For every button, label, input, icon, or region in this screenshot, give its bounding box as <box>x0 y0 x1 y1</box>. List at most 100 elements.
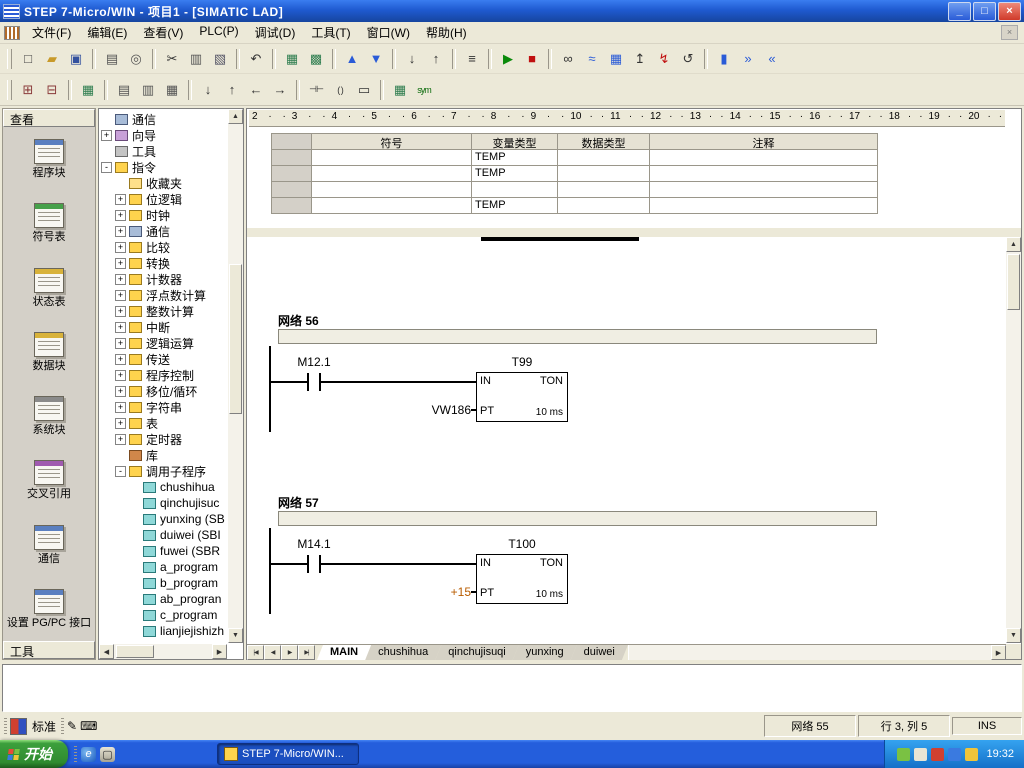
line-up-icon[interactable]: ↑ <box>220 78 244 102</box>
toggle-pou-comment-icon[interactable]: ⊞ <box>16 78 40 102</box>
scroll-right-icon[interactable]: ▶ <box>212 644 227 659</box>
var-table-cell[interactable] <box>558 150 650 166</box>
tab-qinchujisuqi[interactable]: qinchujisuqi <box>435 645 518 660</box>
tree-item-14[interactable]: +逻辑运算 <box>99 335 227 351</box>
tree-item-4[interactable]: 收藏夹 <box>99 175 227 191</box>
var-table-cell[interactable] <box>650 150 878 166</box>
new-file-icon[interactable]: □ <box>16 47 40 71</box>
tray-icon-4[interactable] <box>948 748 961 761</box>
tab-chushihua[interactable]: chushihua <box>365 645 441 660</box>
scrollbar-thumb[interactable] <box>116 645 154 658</box>
contact-right-bar[interactable] <box>319 555 321 573</box>
ie-quick-launch-icon[interactable]: e <box>81 747 96 762</box>
menu-item-2[interactable]: 查看(V) <box>135 22 191 43</box>
tree-item-9[interactable]: +转换 <box>99 255 227 271</box>
tab-scroll-first[interactable]: |◀ <box>247 645 264 660</box>
tree-item-17[interactable]: +移位/循环 <box>99 383 227 399</box>
print-icon[interactable]: ▤ <box>100 47 124 71</box>
run-icon[interactable]: ▶ <box>496 47 520 71</box>
tree-item-5[interactable]: +位逻辑 <box>99 191 227 207</box>
scroll-left-icon[interactable]: ◀ <box>99 644 114 659</box>
tree-item-2[interactable]: 工具 <box>99 143 227 159</box>
tree-item-25[interactable]: yunxing (SB <box>99 511 227 527</box>
line-down-icon[interactable]: ↓ <box>196 78 220 102</box>
tree-item-24[interactable]: qinchujisuc <box>99 495 227 511</box>
var-table-cell[interactable] <box>312 166 472 182</box>
var-table-cell[interactable] <box>312 198 472 214</box>
network-comment-field[interactable] <box>278 511 877 526</box>
save-icon[interactable]: ▣ <box>64 47 88 71</box>
var-table-cell[interactable]: TEMP <box>472 198 558 214</box>
var-table-cell[interactable] <box>558 198 650 214</box>
tree-expander-icon[interactable]: + <box>115 242 126 253</box>
ime-mode-icon[interactable] <box>10 718 27 735</box>
tab-scroll-next[interactable]: ▶ <box>281 645 298 660</box>
mdi-restore-icon[interactable]: × <box>1001 25 1018 40</box>
contact-operand[interactable]: M12.1 <box>285 355 343 369</box>
timer-name[interactable]: T99 <box>476 355 568 369</box>
contact-right-bar[interactable] <box>319 373 321 391</box>
tree-item-16[interactable]: +程序控制 <box>99 367 227 383</box>
tree-vertical-scrollbar[interactable]: ▲ ▼ <box>228 109 243 643</box>
tools-bar-header[interactable]: 工具 <box>3 641 95 659</box>
sort-ascending-icon[interactable]: ↓ <box>400 47 424 71</box>
status-table-monitor-icon[interactable]: ▦ <box>604 47 628 71</box>
tab-duiwei[interactable]: duiwei <box>571 645 628 660</box>
paste-icon[interactable]: ▧ <box>208 47 232 71</box>
tree-expander-icon[interactable]: + <box>115 322 126 333</box>
tree-item-13[interactable]: +中断 <box>99 319 227 335</box>
toolbar-drag-handle[interactable] <box>7 80 12 100</box>
toggle-network-comment-icon[interactable]: ⊟ <box>40 78 64 102</box>
insert-contact-icon[interactable]: ⊣⊢ <box>304 78 328 102</box>
menu-item-7[interactable]: 帮助(H) <box>418 22 475 43</box>
toolbar-drag-handle[interactable] <box>7 49 12 69</box>
show-desktop-icon[interactable]: ▢ <box>100 747 115 762</box>
download-icon[interactable]: ▼ <box>364 47 388 71</box>
tree-horizontal-scrollbar[interactable]: ◀ ▶ <box>99 644 227 659</box>
bookmark-toggle-icon[interactable]: ▮ <box>712 47 736 71</box>
contact-operand[interactable]: M14.1 <box>285 537 343 551</box>
print-preview-icon[interactable]: ◎ <box>124 47 148 71</box>
var-table-row-header[interactable] <box>272 166 312 182</box>
var-table-cell[interactable]: TEMP <box>472 166 558 182</box>
menu-item-1[interactable]: 编辑(E) <box>79 22 135 43</box>
menu-item-4[interactable]: 调试(D) <box>247 22 304 43</box>
bookmark-previous-icon[interactable]: « <box>760 47 784 71</box>
scroll-down-icon[interactable]: ▼ <box>1006 628 1021 643</box>
force-icon[interactable]: ↯ <box>652 47 676 71</box>
tree-expander-icon[interactable]: + <box>101 130 112 141</box>
tree-item-6[interactable]: +时钟 <box>99 207 227 223</box>
editor-vertical-scrollbar[interactable]: ▲ ▼ <box>1006 237 1021 643</box>
ime-drag-handle[interactable] <box>4 718 7 734</box>
tray-icon-1[interactable] <box>897 748 910 761</box>
tab-MAIN[interactable]: MAIN <box>317 645 371 660</box>
view-bar-item-communication[interactable]: 通信 <box>3 513 95 577</box>
tree-item-27[interactable]: fuwei (SBR <box>99 543 227 559</box>
app-icon[interactable] <box>3 4 20 19</box>
tree-item-7[interactable]: +通信 <box>99 223 227 239</box>
tree-expander-icon[interactable]: + <box>115 194 126 205</box>
tree-item-12[interactable]: +整数计算 <box>99 303 227 319</box>
var-table-cell[interactable] <box>558 182 650 198</box>
options-icon[interactable]: ≡ <box>460 47 484 71</box>
tree-item-30[interactable]: ab_progran <box>99 591 227 607</box>
symbol-info-table-icon[interactable]: ▦ <box>76 78 100 102</box>
tree-expander-icon[interactable]: + <box>115 402 126 413</box>
stop-icon[interactable]: ■ <box>520 47 544 71</box>
trend-chart-icon[interactable]: ≈ <box>580 47 604 71</box>
var-table-cell[interactable] <box>650 198 878 214</box>
scroll-up-icon[interactable]: ▲ <box>1006 237 1021 252</box>
contact-left-bar[interactable] <box>307 373 309 391</box>
var-table-cell[interactable] <box>472 182 558 198</box>
var-table-cell[interactable] <box>558 166 650 182</box>
sym-toggle-icon[interactable]: sym <box>412 78 436 102</box>
tab-scroll-last[interactable]: ▶| <box>298 645 315 660</box>
scrollbar-thumb[interactable] <box>229 264 242 414</box>
var-table-cell[interactable] <box>312 182 472 198</box>
view-bar-item-system-block[interactable]: 系统块 <box>3 384 95 448</box>
tree-item-29[interactable]: b_program <box>99 575 227 591</box>
ime-pen-icon[interactable]: ✎ <box>67 719 77 733</box>
tab-yunxing[interactable]: yunxing <box>513 645 577 660</box>
menu-item-5[interactable]: 工具(T) <box>303 22 358 43</box>
symbol-addressing-icon[interactable]: ▦ <box>388 78 412 102</box>
